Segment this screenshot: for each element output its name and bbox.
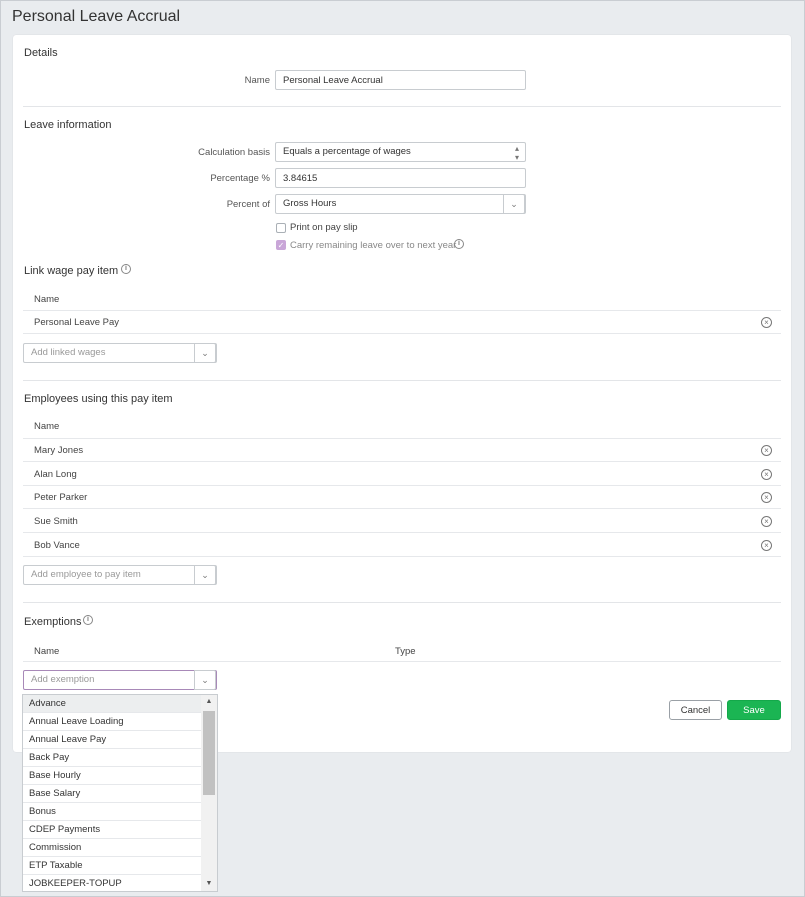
calc-basis-select[interactable]: Equals a percentage of wages ▴ ▾ xyxy=(275,142,526,162)
exemption-dropdown-list[interactable]: Advance Annual Leave Loading Annual Leav… xyxy=(22,694,218,892)
divider xyxy=(23,602,781,603)
row-divider xyxy=(23,461,781,462)
add-linked-wages-combo[interactable]: Add linked wages ⌄ xyxy=(23,343,217,363)
row-divider xyxy=(23,508,781,509)
dropdown-option[interactable]: Advance xyxy=(23,695,201,713)
row-divider xyxy=(23,333,781,334)
employee-row: Sue Smith xyxy=(34,516,78,527)
row-divider xyxy=(23,485,781,486)
dropdown-option[interactable]: Base Salary xyxy=(23,785,201,803)
cancel-button[interactable]: Cancel xyxy=(669,700,722,720)
carry-over-label: Carry remaining leave over to next year xyxy=(290,240,457,251)
percent-of-value: Gross Hours xyxy=(283,198,337,209)
leave-info-heading: Leave information xyxy=(24,119,112,131)
dropdown-option[interactable]: JOBKEEPER-TOPUP xyxy=(23,875,201,891)
percent-of-combo[interactable]: Gross Hours ⌄ xyxy=(275,194,526,214)
percent-of-label: Percent of xyxy=(226,199,270,210)
add-employee-combo[interactable]: Add employee to pay item ⌄ xyxy=(23,565,217,585)
exemptions-heading: Exemptions xyxy=(24,616,82,628)
remove-icon[interactable]: × xyxy=(761,469,772,480)
dropdown-option[interactable]: Back Pay xyxy=(23,749,201,767)
employees-name-header: Name xyxy=(34,421,60,432)
remove-icon[interactable]: × xyxy=(761,492,772,503)
info-icon[interactable]: i xyxy=(454,239,464,249)
employee-row: Mary Jones xyxy=(34,445,84,456)
calc-basis-value: Equals a percentage of wages xyxy=(283,146,411,157)
remove-icon[interactable]: × xyxy=(761,445,772,456)
row-divider xyxy=(23,556,781,557)
employees-heading: Employees using this pay item xyxy=(24,393,173,405)
linked-wage-row: Personal Leave Pay xyxy=(34,317,120,328)
percentage-label: Percentage % xyxy=(210,173,270,184)
dropdown-option[interactable]: Annual Leave Loading xyxy=(23,713,201,731)
chevron-down-icon[interactable]: ⌄ xyxy=(194,565,216,585)
calc-basis-label: Calculation basis xyxy=(198,147,270,158)
updown-arrows-icon: ▴ ▾ xyxy=(514,144,519,162)
chevron-down-icon[interactable]: ⌄ xyxy=(194,343,216,363)
dropdown-option[interactable]: ETP Taxable xyxy=(23,857,201,875)
dropdown-option[interactable]: Annual Leave Pay xyxy=(23,731,201,749)
add-linked-wages-placeholder: Add linked wages xyxy=(31,347,106,358)
details-heading: Details xyxy=(24,47,58,59)
linked-wages-heading: Link wage pay item xyxy=(24,265,119,277)
dropdown-option[interactable]: Base Hourly xyxy=(23,767,201,785)
divider xyxy=(23,106,781,107)
info-icon[interactable]: i xyxy=(83,615,93,625)
row-divider xyxy=(23,310,781,311)
remove-icon[interactable]: × xyxy=(761,317,772,328)
scroll-down-arrow-icon[interactable]: ▼ xyxy=(201,877,217,891)
carry-over-checkbox[interactable]: ✓ xyxy=(276,240,286,250)
pay-item-form-card: Details Name Leave information Calculati… xyxy=(13,35,791,752)
dropdown-option[interactable]: CDEP Payments xyxy=(23,821,201,839)
info-icon[interactable]: i xyxy=(121,264,131,274)
employee-row: Alan Long xyxy=(34,469,77,480)
employee-row: Bob Vance xyxy=(34,540,80,551)
remove-icon[interactable]: × xyxy=(761,540,772,551)
name-input[interactable] xyxy=(275,70,526,90)
add-employee-placeholder: Add employee to pay item xyxy=(31,569,141,580)
row-divider xyxy=(23,438,781,439)
dropdown-option[interactable]: Bonus xyxy=(23,803,201,821)
chevron-down-icon[interactable]: ⌄ xyxy=(503,194,525,214)
divider xyxy=(23,380,781,381)
print-on-payslip-label: Print on pay slip xyxy=(290,222,358,233)
percentage-input[interactable] xyxy=(275,168,526,188)
dropdown-scrollbar[interactable]: ▲ ▼ xyxy=(201,695,217,891)
save-button[interactable]: Save xyxy=(727,700,781,720)
exemptions-type-header: Type xyxy=(395,646,416,657)
row-divider xyxy=(23,532,781,533)
page-title: Personal Leave Accrual xyxy=(12,8,181,25)
exemptions-name-header: Name xyxy=(34,646,60,657)
linked-wages-name-header: Name xyxy=(34,294,60,305)
remove-icon[interactable]: × xyxy=(761,516,772,527)
name-label: Name xyxy=(244,75,270,86)
add-exemption-placeholder: Add exemption xyxy=(31,674,95,685)
employee-row: Peter Parker xyxy=(34,492,88,503)
check-icon: ✓ xyxy=(277,241,285,250)
scroll-thumb[interactable] xyxy=(203,711,215,795)
dropdown-option[interactable]: Commission xyxy=(23,839,201,857)
print-on-payslip-checkbox[interactable] xyxy=(276,223,286,233)
scroll-up-arrow-icon[interactable]: ▲ xyxy=(201,695,217,709)
add-exemption-combo[interactable]: Add exemption ⌄ xyxy=(23,670,217,690)
chevron-down-icon[interactable]: ⌄ xyxy=(194,670,216,690)
row-divider xyxy=(23,661,781,662)
